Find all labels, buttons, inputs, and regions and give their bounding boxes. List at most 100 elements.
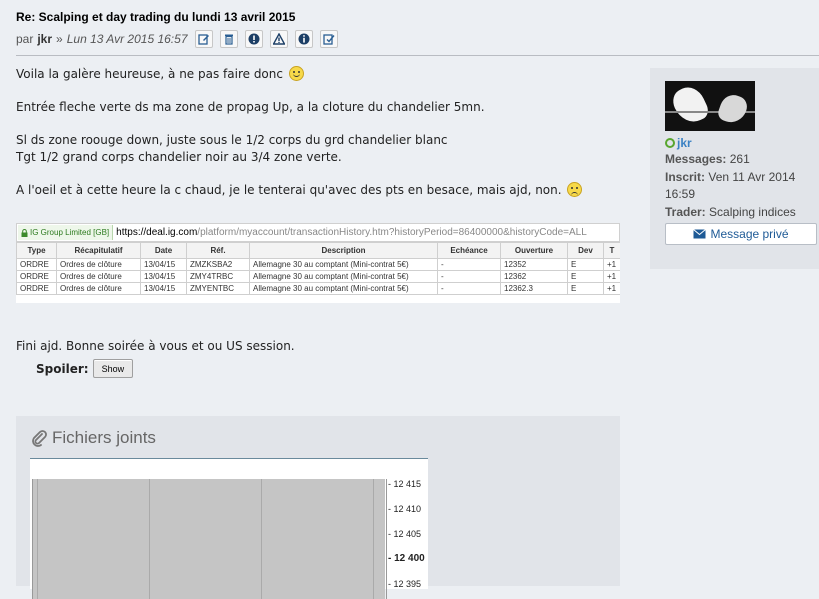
info-button[interactable] — [294, 30, 313, 48]
table-cell: Allemagne 30 au comptant (Mini-contrat 5… — [249, 258, 438, 271]
table-row: ORDRE Ordres de clôture 13/04/15 ZMZKSBA… — [16, 258, 620, 271]
column-header: Type — [16, 242, 57, 259]
table-cell: Ordres de clôture — [56, 270, 141, 283]
url-host: https://deal.ig.com — [116, 227, 198, 238]
sad-smiley-icon — [567, 182, 583, 197]
table-cell: 13/04/15 — [140, 258, 187, 271]
table-cell: - — [437, 258, 501, 271]
attached-chart-image[interactable]: 12 415 12 410 12 405 12 400 12 395 — [30, 458, 428, 599]
quote-icon — [322, 34, 335, 45]
gridline — [373, 479, 374, 599]
byline-separator: » — [56, 32, 63, 46]
profile-trader: Trader: Scalping indices — [665, 205, 796, 219]
column-header: Ouverture — [500, 242, 568, 259]
table-cell: 12362.3 — [500, 282, 568, 295]
content-line: Fini ajd. Bonne soirée à vous et ou US s… — [16, 339, 295, 353]
column-header: T — [603, 242, 620, 259]
content-line: Tgt 1/2 grand corps chandelier noir au 3… — [16, 150, 342, 164]
table-row: ORDRE Ordres de clôture 13/04/15 ZMYENTB… — [16, 282, 620, 295]
table-cell: - — [437, 270, 501, 283]
column-header: Echéance — [437, 242, 501, 259]
profile-username[interactable]: jkr — [665, 136, 819, 150]
table-cell: +1 — [603, 282, 620, 295]
content-line: Entrée fleche verte ds ma zone de propag… — [16, 100, 485, 114]
private-message-button[interactable]: Message privé — [665, 223, 817, 245]
table-cell: ORDRE — [16, 282, 57, 295]
table-cell: ORDRE — [16, 258, 57, 271]
gridline — [261, 479, 262, 599]
profile-messages: Messages: 261 — [665, 152, 750, 166]
attachments-box: Fichiers joints 12 415 12 410 12 405 12 … — [16, 416, 620, 599]
table-cell: +1 — [603, 258, 620, 271]
paperclip-icon — [32, 430, 47, 447]
edit-icon — [197, 34, 209, 45]
post-byline: par jkr » Lun 13 Avr 2015 16:57 — [16, 30, 338, 48]
author-link[interactable]: jkr — [37, 32, 52, 46]
content-line: Voila la galère heureuse, à ne pas faire… — [16, 66, 636, 83]
content-line: A l'oeil et à cette heure la c chaud, je… — [16, 182, 636, 199]
table-header-row: Type Récapitulatif Date Réf. Description… — [16, 242, 620, 259]
column-header: Date — [140, 242, 187, 259]
trades-table: Type Récapitulatif Date Réf. Description… — [16, 242, 620, 295]
y-axis-label: 12 415 — [388, 479, 422, 489]
delete-button[interactable] — [219, 30, 238, 48]
chart-y-axis — [386, 479, 387, 599]
attachments-title: Fichiers joints — [30, 428, 156, 448]
profile-joined: Inscrit: Ven 11 Avr 2014 16:59 — [665, 170, 796, 201]
table-cell: Allemagne 30 au comptant (Mini-contrat 5… — [249, 282, 438, 295]
spoiler: Spoiler: Show — [36, 359, 134, 378]
table-cell: ORDRE — [16, 270, 57, 283]
table-cell: Ordres de clôture — [56, 258, 141, 271]
spoiler-show-button[interactable]: Show — [92, 359, 134, 378]
warn-button[interactable] — [269, 30, 288, 48]
ssl-badge: IG Group Limited [GB] — [18, 225, 114, 240]
post-date: Lun 13 Avr 2015 16:57 — [66, 32, 188, 46]
by-prefix: par — [16, 32, 34, 46]
table-cell: 13/04/15 — [140, 282, 187, 295]
gridline — [149, 479, 150, 599]
table-row: ORDRE Ordres de clôture 13/04/15 ZMY4TRB… — [16, 270, 620, 283]
table-cell: 12362 — [500, 270, 568, 283]
table-cell: E — [567, 282, 604, 295]
column-header: Description — [249, 242, 438, 259]
gridline — [37, 479, 38, 599]
avatar[interactable] — [665, 81, 755, 131]
header-divider — [16, 55, 819, 56]
post-content-footer: Fini ajd. Bonne soirée à vous et ou US s… — [16, 338, 636, 355]
info-warning-icon — [248, 33, 259, 45]
browser-url-bar: IG Group Limited [GB] https://deal.ig.co… — [16, 223, 620, 242]
quote-button[interactable] — [319, 30, 338, 48]
y-axis-label: 12 400 — [388, 554, 425, 564]
wink-smiley-icon — [288, 66, 304, 81]
lock-icon — [21, 228, 28, 237]
table-cell: E — [567, 270, 604, 283]
y-axis-label: 12 395 — [388, 579, 422, 589]
table-cell: E — [567, 258, 604, 271]
column-header: Récapitulatif — [56, 242, 141, 259]
trash-icon — [224, 34, 233, 45]
report-button[interactable] — [244, 30, 263, 48]
table-cell: 13/04/15 — [140, 270, 187, 283]
table-cell: - — [437, 282, 501, 295]
table-cell: 12352 — [500, 258, 568, 271]
column-header: Dev — [567, 242, 604, 259]
edit-button[interactable] — [194, 30, 213, 48]
chart-plot-area — [32, 479, 385, 599]
table-cell: Allemagne 30 au comptant (Mini-contrat 5… — [249, 270, 438, 283]
envelope-icon — [693, 229, 707, 239]
url-path: /platform/myaccount/transactionHistory.h… — [197, 227, 587, 238]
column-header: Réf. — [186, 242, 250, 259]
info-icon — [298, 33, 309, 45]
table-cell: ZMY4TRBC — [186, 270, 250, 283]
y-axis-label: 12 410 — [388, 504, 422, 514]
avatar-shape — [715, 91, 751, 127]
table-cell: ZMZKSBA2 — [186, 258, 250, 271]
author-profile: jkr Messages: 261 Inscrit: Ven 11 Avr 20… — [650, 68, 819, 269]
post-title[interactable]: Re: Scalping et day trading du lundi 13 … — [16, 10, 295, 24]
spoiler-label: Spoiler: — [36, 361, 89, 376]
post-content: Voila la galère heureuse, à ne pas faire… — [16, 66, 636, 199]
y-axis-label: 12 405 — [388, 529, 422, 539]
table-cell: +1 — [603, 270, 620, 283]
trade-history-screenshot[interactable]: IG Group Limited [GB] https://deal.ig.co… — [16, 223, 620, 303]
table-cell: ZMYENTBC — [186, 282, 250, 295]
